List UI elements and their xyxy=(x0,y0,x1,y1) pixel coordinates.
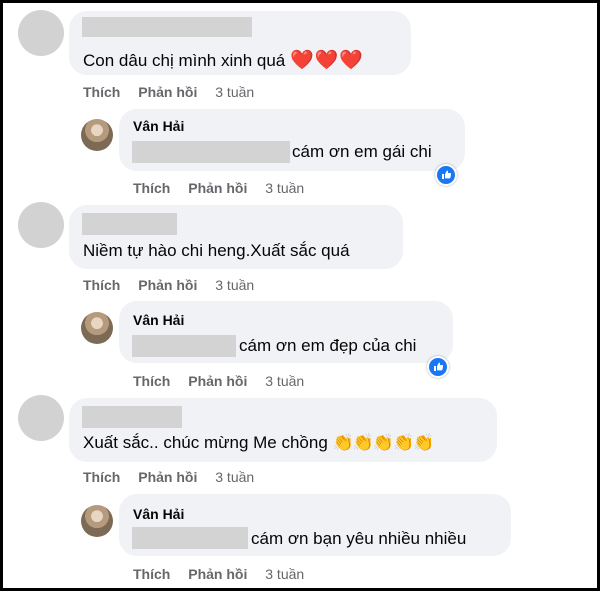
like-button[interactable]: Thích xyxy=(133,180,170,196)
comment-actions: Thích Phản hồi 3 tuần xyxy=(83,469,254,485)
reply-timestamp[interactable]: 3 tuần xyxy=(265,373,304,389)
comment-text: Niềm tự hào chi heng.Xuất sắc quá xyxy=(83,241,350,260)
like-button[interactable]: Thích xyxy=(133,373,170,389)
reply-mention-redacted[interactable] xyxy=(132,335,236,357)
reply-author-avatar[interactable] xyxy=(81,505,113,537)
like-button[interactable]: Thích xyxy=(83,84,120,100)
commenter-avatar[interactable] xyxy=(18,395,64,441)
comments-panel: Con dâu chị mình xinh quá ❤️❤️❤️ Thích P… xyxy=(3,3,597,588)
comment-timestamp[interactable]: 3 tuần xyxy=(215,84,254,100)
reply-author-avatar[interactable] xyxy=(81,312,113,344)
reply-author-avatar[interactable] xyxy=(81,119,113,151)
commenter-name-redacted[interactable] xyxy=(82,213,177,235)
heart-emoji: ❤️❤️❤️ xyxy=(289,50,364,71)
commenter-avatar[interactable] xyxy=(18,202,64,248)
reply-author-name[interactable]: Vân Hải xyxy=(133,312,184,328)
like-reaction-badge[interactable] xyxy=(435,164,457,186)
comment-text: Xuất sắc.. chúc mừng Me chồng 👏👏👏👏👏 xyxy=(83,433,435,452)
reply-actions: Thích Phản hồi 3 tuần xyxy=(133,373,304,389)
reply-author-name[interactable]: Vân Hải xyxy=(133,118,184,134)
thumbs-up-icon xyxy=(429,358,447,376)
comment-text: Con dâu chị mình xinh quá ❤️❤️❤️ xyxy=(83,50,364,71)
clapping-hands-emoji: 👏👏👏👏👏 xyxy=(332,433,435,452)
commenter-name-redacted[interactable] xyxy=(82,17,252,37)
reply-actions: Thích Phản hồi 3 tuần xyxy=(133,180,304,196)
reply-text: cám ơn bạn yêu nhiều nhiều xyxy=(251,529,467,548)
reply-button[interactable]: Phản hồi xyxy=(138,277,197,293)
reply-text: cám ơn em gái chi xyxy=(292,142,432,161)
reply-button[interactable]: Phản hồi xyxy=(188,180,247,196)
reply-timestamp[interactable]: 3 tuần xyxy=(265,180,304,196)
reply-timestamp[interactable]: 3 tuần xyxy=(265,566,304,582)
reply-button[interactable]: Phản hồi xyxy=(138,469,197,485)
comment-timestamp[interactable]: 3 tuần xyxy=(215,277,254,293)
reply-button[interactable]: Phản hồi xyxy=(138,84,197,100)
like-button[interactable]: Thích xyxy=(83,277,120,293)
reply-mention-redacted[interactable] xyxy=(132,527,248,549)
reply-actions: Thích Phản hồi 3 tuần xyxy=(133,566,304,582)
like-button[interactable]: Thích xyxy=(133,566,170,582)
reply-text: cám ơn em đẹp của chi xyxy=(239,336,417,355)
comment-timestamp[interactable]: 3 tuần xyxy=(215,469,254,485)
like-reaction-badge[interactable] xyxy=(427,356,449,378)
reply-mention-redacted[interactable] xyxy=(132,141,290,163)
reply-button[interactable]: Phản hồi xyxy=(188,566,247,582)
comment-actions: Thích Phản hồi 3 tuần xyxy=(83,84,254,100)
thumbs-up-icon xyxy=(437,166,455,184)
commenter-name-redacted[interactable] xyxy=(82,406,182,428)
reply-button[interactable]: Phản hồi xyxy=(188,373,247,389)
commenter-avatar[interactable] xyxy=(18,10,64,56)
like-button[interactable]: Thích xyxy=(83,469,120,485)
comment-actions: Thích Phản hồi 3 tuần xyxy=(83,277,254,293)
reply-author-name[interactable]: Vân Hải xyxy=(133,506,184,522)
